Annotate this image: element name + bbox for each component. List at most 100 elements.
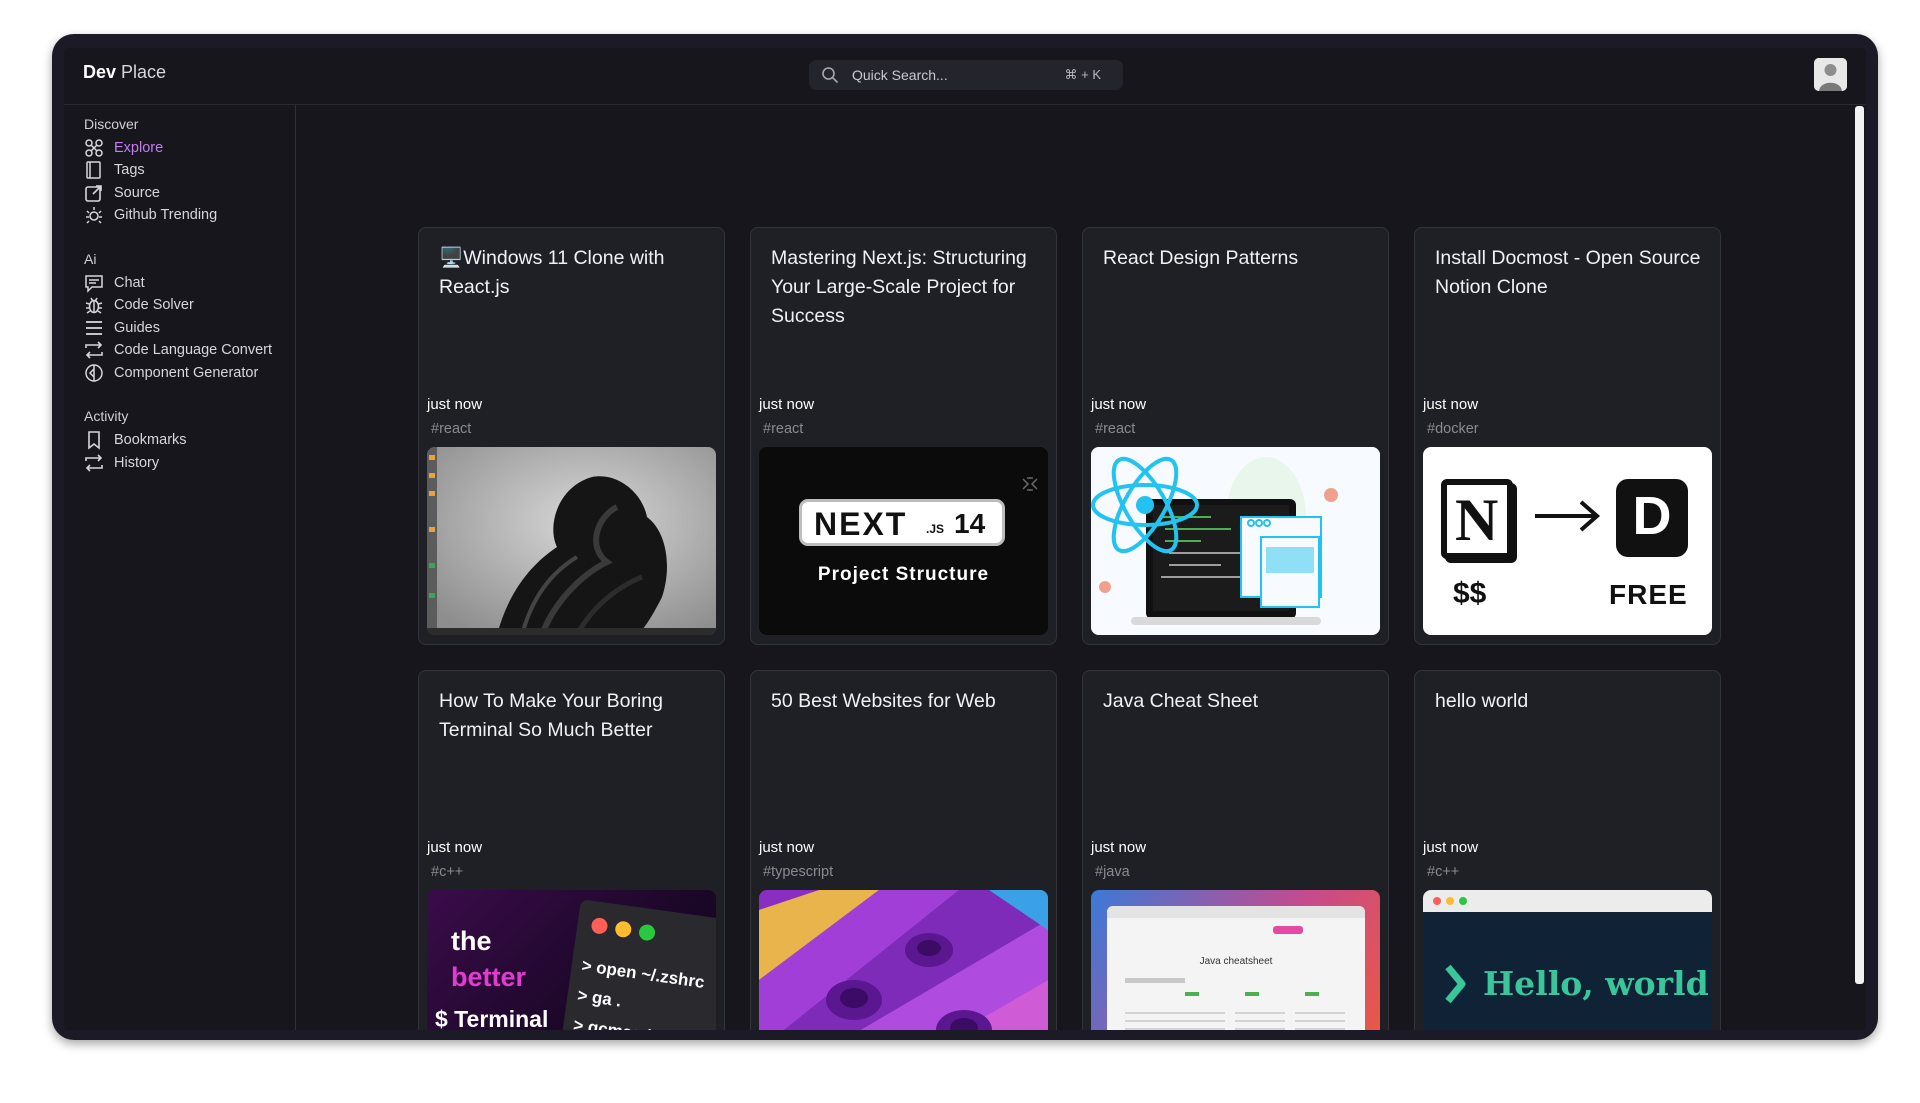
nextjs-logo-suffix: .JS	[926, 522, 945, 536]
user-avatar[interactable]	[1814, 58, 1847, 91]
arrow-right-icon	[1535, 500, 1601, 532]
post-title[interactable]: hello world	[1435, 687, 1707, 716]
sidebar-item-code-language-convert[interactable]: Code Language Convert	[84, 338, 272, 362]
terminal-headline-2: better	[451, 962, 527, 992]
post-card[interactable]: Mastering Next.js: Structuring Your Larg…	[750, 227, 1057, 645]
post-time: just now	[759, 396, 815, 413]
post-time: just now	[427, 839, 483, 856]
purple-cylinders-image	[759, 890, 1048, 1030]
sidebar-item-chat[interactable]: Chat	[84, 271, 145, 295]
brand-logo[interactable]: Dev Place	[83, 62, 166, 83]
main-scrollbar[interactable]	[1855, 106, 1864, 984]
external-link-icon	[85, 185, 102, 202]
post-thumbnail[interactable]: Hello, world!_	[1423, 890, 1712, 1030]
sidebar-item-history[interactable]: History	[84, 451, 159, 475]
window-maximize-dot	[1459, 897, 1467, 905]
post-thumbnail[interactable]	[759, 890, 1048, 1030]
sidebar-item-explore[interactable]: Explore	[84, 136, 163, 160]
post-tag[interactable]: #react	[763, 421, 803, 437]
content-marker	[1185, 992, 1199, 996]
post-tag[interactable]: #react	[431, 421, 471, 437]
post-title[interactable]: Mastering Next.js: Structuring Your Larg…	[771, 244, 1043, 331]
post-thumbnail[interactable]	[1091, 447, 1380, 635]
search-shortcut-hint: ⌘ + K	[1064, 67, 1102, 82]
post-card[interactable]: Java Cheat Sheet just now #java Java che…	[1082, 670, 1389, 1030]
post-thumbnail[interactable]: N D $$ FREE	[1423, 447, 1712, 635]
notion-letter: N	[1455, 487, 1499, 553]
post-tag[interactable]: #c++	[1427, 864, 1459, 880]
terminal-command-2: > ga .	[576, 985, 623, 1011]
post-card[interactable]: How To Make Your Boring Terminal So Much…	[418, 670, 725, 1030]
nextjs-caption: Project Structure	[817, 564, 990, 585]
post-thumbnail[interactable]: Java cheatsheet	[1091, 890, 1380, 1030]
post-card[interactable]: 🖥️Windows 11 Clone with React.js just no…	[418, 227, 725, 645]
bug-icon	[85, 297, 103, 314]
post-card[interactable]: React Design Patterns just now #react	[1082, 227, 1389, 645]
section-title-activity: Activity	[84, 408, 129, 424]
quick-search-bar[interactable]: Quick Search... ⌘ + K	[809, 60, 1123, 90]
terminal-command-1: > open ~/.zshrc	[580, 955, 706, 992]
sidebar-item-label: Source	[114, 185, 160, 201]
sidebar-item-label: Tags	[114, 162, 145, 178]
docmost-price: FREE	[1609, 579, 1688, 610]
post-card[interactable]: hello world just now #c++ Hello, world!_	[1414, 670, 1721, 1030]
section-title-discover: Discover	[84, 116, 139, 132]
sidebar-item-label: History	[114, 455, 160, 471]
component-icon	[85, 364, 103, 382]
post-time: just now	[1423, 396, 1479, 413]
post-title[interactable]: React Design Patterns	[1103, 244, 1375, 273]
post-tag[interactable]: #java	[1095, 864, 1130, 880]
content-block	[1295, 1006, 1345, 1030]
post-title[interactable]: 50 Best Websites for Web	[771, 687, 1043, 716]
post-card[interactable]: Install Docmost - Open Source Notion Clo…	[1414, 227, 1721, 645]
post-title[interactable]: How To Make Your Boring Terminal So Much…	[439, 687, 711, 745]
sidebar: Discover Explore Tags Source Github Tren…	[64, 105, 296, 1030]
post-tag[interactable]: #typescript	[763, 864, 833, 880]
sidebar-item-label: Bookmarks	[114, 432, 187, 448]
prompt-chevron-icon	[1445, 964, 1466, 1004]
post-title[interactable]: Install Docmost - Open Source Notion Clo…	[1435, 244, 1707, 302]
history-icon	[85, 454, 103, 472]
cheatsheet-content	[1125, 978, 1347, 1030]
post-time: just now	[1091, 396, 1147, 413]
sidebar-item-github-trending[interactable]: Github Trending	[84, 203, 217, 227]
sidebar-item-label: Github Trending	[114, 207, 218, 223]
cheatsheet-heading: Java cheatsheet	[1199, 956, 1273, 967]
window-close-dot	[1433, 897, 1441, 905]
top-bar: Dev Place Quick Search... ⌘ + K	[64, 48, 1866, 105]
app-window: Dev Place Quick Search... ⌘ + K Discover…	[64, 48, 1866, 1030]
sidebar-item-tags[interactable]: Tags	[84, 158, 145, 182]
window-maximize-dot	[637, 923, 657, 942]
book-icon	[86, 161, 101, 179]
post-thumbnail[interactable]: the better $ Terminal > open ~/.zshrc > …	[427, 890, 716, 1030]
sidebar-item-bookmarks[interactable]: Bookmarks	[84, 428, 187, 452]
brand-name-rest: Place	[116, 62, 167, 82]
hello-window-titlebar	[1423, 890, 1712, 912]
search-placeholder: Quick Search...	[852, 67, 948, 83]
terminal-window: > open ~/.zshrc > ga . > gcmsg '	[554, 899, 716, 1030]
post-thumbnail[interactable]	[427, 447, 716, 635]
post-tag[interactable]: #c++	[431, 864, 463, 880]
swap-arrows-icon	[85, 341, 103, 359]
post-time: just now	[1091, 839, 1147, 856]
section-title-ai: Ai	[84, 251, 97, 267]
post-tag[interactable]: #docker	[1427, 421, 1479, 437]
window-minimize-dot	[1446, 897, 1454, 905]
link-decoration-icon	[1022, 477, 1038, 491]
terminal-headline-3: $ Terminal	[435, 1006, 549, 1030]
content-block	[1125, 1006, 1225, 1030]
notion-price: $$	[1453, 577, 1487, 610]
post-title[interactable]: 🖥️Windows 11 Clone with React.js	[439, 244, 711, 302]
sidebar-item-guides[interactable]: Guides	[84, 316, 160, 340]
sidebar-item-source[interactable]: Source	[84, 181, 160, 205]
docmost-letter: D	[1632, 486, 1672, 546]
feed-grid: 🖥️Windows 11 Clone with React.js just no…	[296, 105, 1866, 1030]
post-tag[interactable]: #react	[1095, 421, 1135, 437]
post-card[interactable]: 50 Best Websites for Web just now #types…	[750, 670, 1057, 1030]
sidebar-item-code-solver[interactable]: Code Solver	[84, 293, 194, 317]
sidebar-item-label: Code Language Convert	[114, 342, 273, 358]
post-thumbnail[interactable]: NEXT .JS 14 Project Structure	[759, 447, 1048, 635]
post-title[interactable]: Java Cheat Sheet	[1103, 687, 1375, 716]
sidebar-item-component-generator[interactable]: Component Generator	[84, 361, 258, 385]
content-marker	[1245, 992, 1259, 996]
